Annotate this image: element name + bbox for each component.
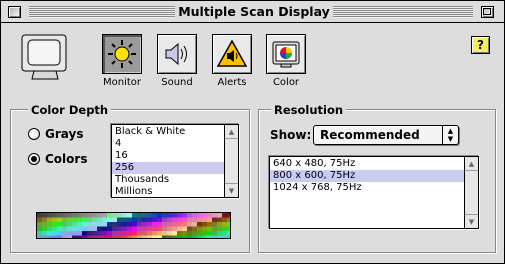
list-item-selected[interactable]: 256	[112, 162, 224, 174]
color-tool-button[interactable]	[266, 34, 306, 74]
window-title: Multiple Scan Display	[175, 4, 333, 20]
list-item[interactable]: 1024 x 768, 75Hz	[270, 182, 464, 194]
scroll-up-arrow-icon[interactable]: ▲	[225, 125, 238, 139]
show-label: Show:	[270, 128, 312, 142]
grays-label: Grays	[45, 127, 84, 141]
close-box[interactable]	[8, 6, 21, 18]
show-popup-value: Recommended	[320, 128, 420, 142]
popup-arrows-icon: ▲ ▼	[442, 126, 458, 144]
tool-label-color: Color	[272, 77, 300, 88]
tool-label-monitor: Monitor	[102, 77, 141, 88]
grays-radio[interactable]	[28, 128, 40, 140]
title-stripes-left	[29, 6, 175, 18]
title-bar[interactable]: Multiple Scan Display	[1, 1, 504, 23]
list-item[interactable]: Thousands	[112, 174, 224, 186]
color-depth-scrollbar[interactable]: ▲ ▼	[224, 125, 238, 197]
scroll-down-arrow-icon[interactable]: ▼	[225, 183, 238, 197]
tool-label-alerts: Alerts	[217, 77, 247, 88]
help-button[interactable]: ?	[471, 36, 490, 54]
resolution-title: Resolution	[271, 103, 347, 117]
list-item[interactable]: Black & White	[112, 126, 224, 138]
list-item[interactable]: 16	[112, 150, 224, 162]
list-item[interactable]: Millions	[112, 186, 224, 197]
scroll-up-arrow-icon[interactable]: ▲	[465, 157, 478, 171]
scroll-down-arrow-icon[interactable]: ▼	[465, 214, 478, 228]
tool-label-sound: Sound	[161, 77, 193, 88]
alerts-tool-button[interactable]	[212, 34, 252, 74]
resolution-list[interactable]: 640 x 480, 75Hz 800 x 600, 75Hz 1024 x 7…	[269, 156, 479, 229]
resolution-scrollbar[interactable]: ▲ ▼	[464, 157, 478, 228]
color-depth-list[interactable]: Black & White 4 16 256 Thousands Million…	[111, 124, 239, 198]
control-panel-window: Multiple Scan Display Monitor Sound Aler…	[0, 0, 505, 264]
color-wheel-icon	[272, 41, 300, 68]
list-item-selected[interactable]: 800 x 600, 75Hz	[270, 170, 464, 182]
monitor-tool-button[interactable]	[102, 34, 142, 74]
alert-triangle-icon	[216, 39, 248, 67]
colors-radio-row[interactable]: Colors	[28, 151, 87, 167]
colors-label: Colors	[45, 152, 88, 166]
sun-icon	[108, 40, 136, 68]
color-depth-title: Color Depth	[28, 103, 112, 117]
show-popup-menu[interactable]: Recommended ▲ ▼	[313, 125, 459, 145]
speaker-icon	[165, 42, 187, 66]
sound-tool-button[interactable]	[157, 34, 197, 74]
list-item[interactable]: 4	[112, 138, 224, 150]
color-palette-swatch	[36, 212, 231, 239]
title-stripes-right	[333, 6, 473, 18]
list-item[interactable]: 640 x 480, 75Hz	[270, 158, 464, 170]
grays-radio-row[interactable]: Grays	[28, 126, 83, 142]
monitor-icon	[19, 32, 71, 84]
zoom-box[interactable]	[481, 6, 494, 18]
colors-radio[interactable]	[28, 153, 40, 165]
